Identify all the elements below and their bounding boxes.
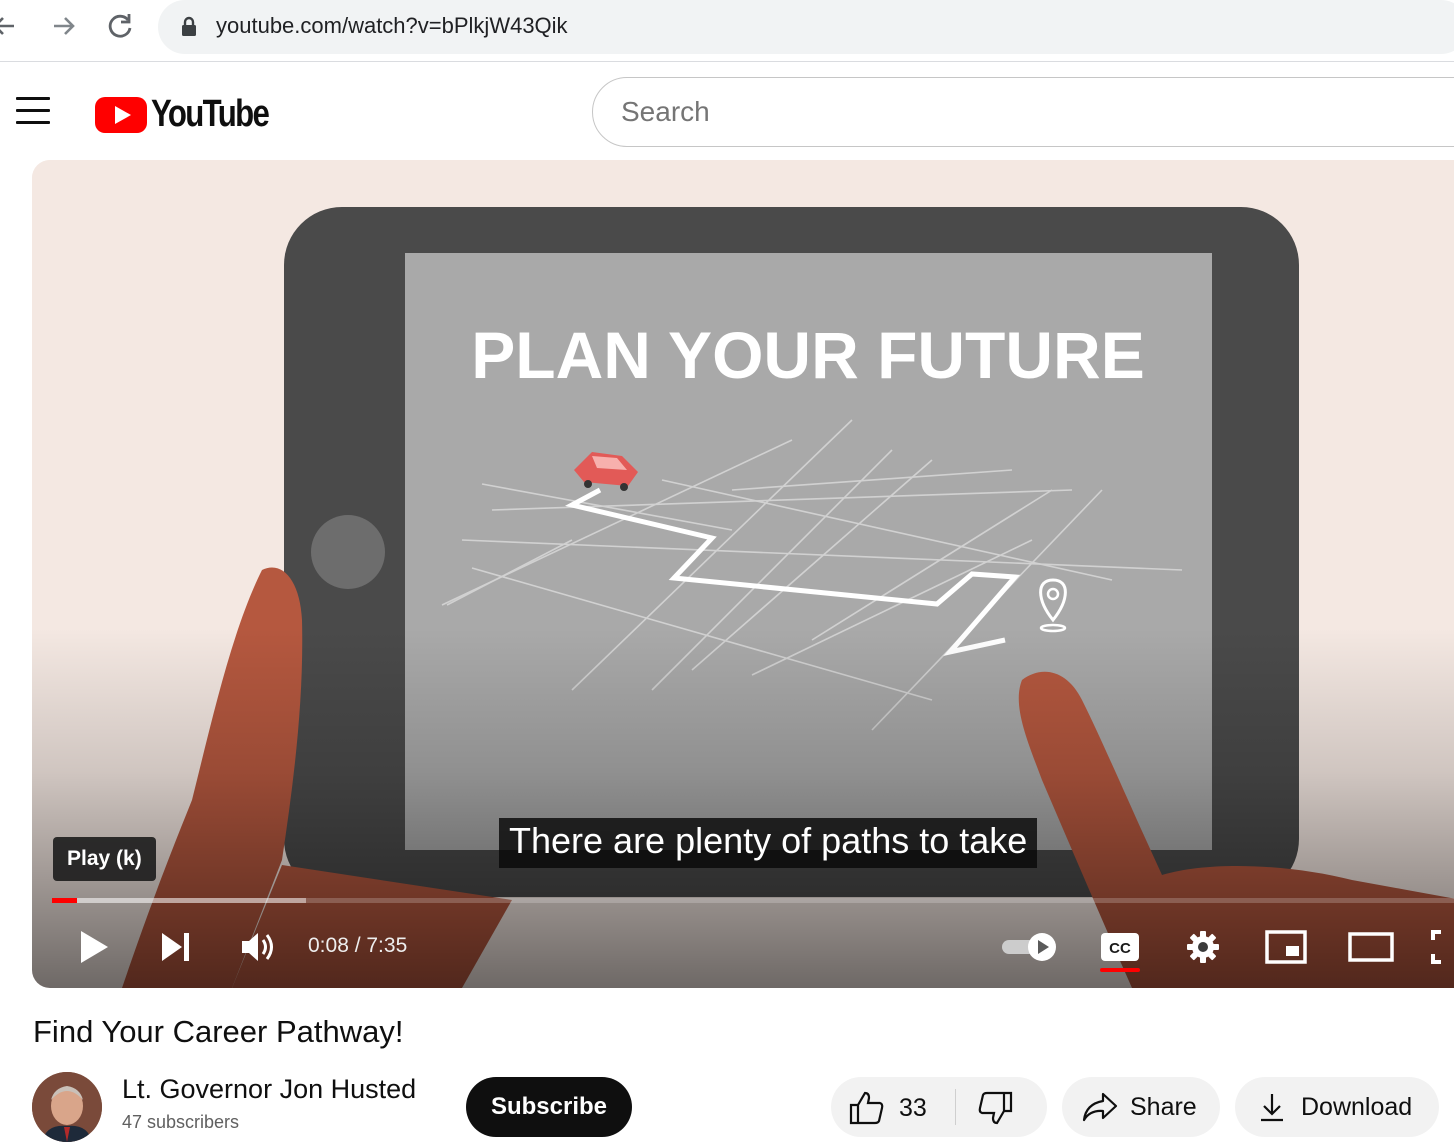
- subscribe-button[interactable]: Subscribe: [466, 1077, 632, 1137]
- theater-mode-button[interactable]: [1346, 922, 1396, 972]
- download-label: Download: [1301, 1092, 1413, 1121]
- progress-loaded: [52, 898, 306, 903]
- like-button[interactable]: 33: [849, 1091, 927, 1125]
- autoplay-toggle[interactable]: [998, 922, 1062, 972]
- video-title: Find Your Career Pathway!: [33, 1014, 404, 1049]
- share-label: Share: [1130, 1092, 1197, 1121]
- search-box[interactable]: [592, 77, 1454, 147]
- reload-icon: [108, 14, 132, 38]
- progress-played: [52, 898, 78, 903]
- avatar-image: [32, 1072, 102, 1142]
- reload-button[interactable]: [102, 8, 138, 44]
- thumbs-down-icon: [978, 1091, 1013, 1125]
- subtitle-caption: There are plenty of paths to take: [499, 818, 1038, 868]
- url-text: youtube.com/watch?v=bPlkjW43Qik: [216, 13, 568, 38]
- forward-arrow-icon: [54, 17, 75, 35]
- download-button[interactable]: Download: [1235, 1077, 1439, 1137]
- video-player[interactable]: PLAN YOUR FUTURE There are plenty of pat…: [32, 160, 1454, 988]
- miniplayer-button[interactable]: [1264, 922, 1308, 972]
- video-heading-text: PLAN YOUR FUTURE: [471, 318, 1144, 392]
- lock-icon: [182, 16, 196, 36]
- tablet-home-button: [311, 515, 385, 589]
- player-controls: 0:08 / 7:35 CC: [32, 912, 1454, 982]
- mute-button[interactable]: [236, 922, 280, 972]
- time-display: 0:08 / 7:35: [308, 934, 408, 957]
- dislike-button[interactable]: [977, 1091, 1013, 1130]
- thumbs-up-icon: [849, 1091, 884, 1125]
- channel-avatar[interactable]: [32, 1072, 102, 1142]
- channel-name[interactable]: Lt. Governor Jon Husted: [122, 1074, 416, 1105]
- svg-text:CC: CC: [1109, 940, 1131, 957]
- theater-mode-icon: [1348, 932, 1394, 962]
- youtube-logo[interactable]: YouTube: [95, 93, 294, 136]
- next-track-icon: [162, 933, 189, 961]
- fullscreen-button[interactable]: [1430, 922, 1454, 972]
- browser-toolbar: youtube.com/watch?v=bPlkjW43Qik: [0, 0, 1454, 62]
- play-tooltip: Play (k): [53, 837, 156, 881]
- back-arrow-icon: [0, 17, 14, 35]
- like-divider: [955, 1089, 956, 1125]
- menu-icon[interactable]: [16, 97, 50, 125]
- fullscreen-icon: [1431, 930, 1441, 964]
- play-icon: [81, 931, 108, 963]
- progress-bar[interactable]: [52, 898, 1454, 903]
- subscriber-count: 47 subscribers: [122, 1112, 240, 1132]
- address-bar[interactable]: youtube.com/watch?v=bPlkjW43Qik: [158, 0, 1454, 54]
- logo-text: YouTube: [151, 93, 270, 135]
- autoplay-toggle-icon: [1002, 933, 1056, 961]
- captions-button[interactable]: CC: [1098, 922, 1142, 972]
- miniplayer-icon: [1265, 930, 1307, 964]
- forward-button[interactable]: [46, 8, 82, 44]
- youtube-header: YouTube: [0, 63, 1454, 159]
- volume-icon: [242, 933, 273, 961]
- gear-icon: [1187, 931, 1219, 963]
- next-button[interactable]: [154, 922, 198, 972]
- share-button[interactable]: Share: [1062, 1077, 1220, 1137]
- settings-button[interactable]: [1181, 922, 1225, 972]
- youtube-play-logo-icon: [95, 96, 147, 133]
- like-count: 33: [899, 1093, 927, 1122]
- like-dislike-group: 33: [831, 1077, 1047, 1137]
- search-input[interactable]: [621, 92, 1321, 132]
- captions-active-indicator: [1100, 968, 1140, 972]
- play-button[interactable]: [72, 922, 116, 972]
- closed-captions-icon: CC: [1101, 933, 1139, 961]
- download-icon: [1261, 1094, 1283, 1122]
- share-arrow-icon: [1082, 1092, 1118, 1122]
- back-button[interactable]: [0, 8, 22, 44]
